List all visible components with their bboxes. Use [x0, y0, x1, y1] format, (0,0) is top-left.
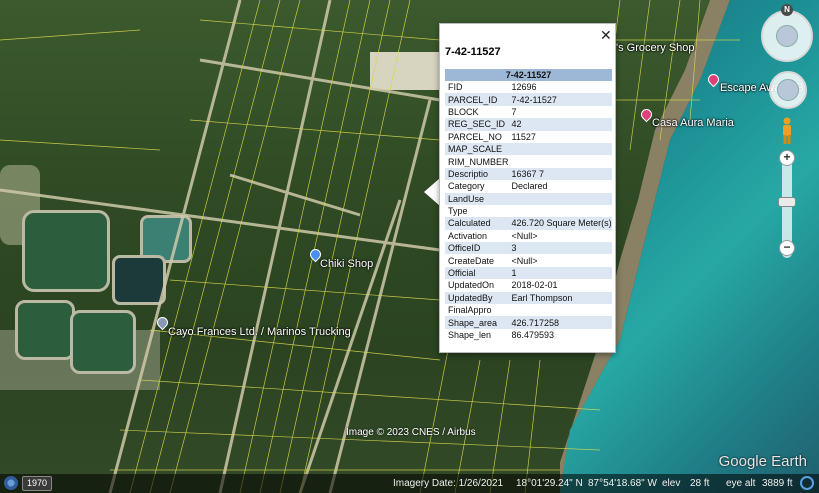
attribute-value: 1	[508, 266, 612, 280]
poi-label[interactable]: Chiki Shop	[320, 258, 373, 270]
attribute-key: Type	[448, 206, 468, 217]
zoom-slider-thumb[interactable]	[778, 197, 796, 207]
attribute-row: OfficeID 3	[445, 242, 612, 255]
attribute-row: RIM_NUMBER	[445, 155, 612, 167]
attribute-table-header: 7-42-11527	[445, 69, 612, 81]
attribute-row: Activation <Null>	[445, 230, 612, 242]
attribute-key: Activation	[448, 230, 488, 241]
attribute-value: 86.479593	[511, 330, 555, 340]
imagery-date: Imagery Date: 1/26/2021	[393, 478, 504, 489]
attribute-value: Declared	[511, 181, 548, 192]
attribute-value	[509, 155, 612, 167]
attribute-value: 7-42-11527	[508, 93, 612, 106]
attribute-row: REG_SEC_ID 42	[445, 118, 612, 131]
attribute-row: BLOCK 7	[445, 106, 612, 118]
attribute-key: UpdatedOn	[448, 280, 495, 291]
balloon-title: 7-42-11527	[445, 46, 501, 58]
attribute-value: 12696	[511, 82, 537, 93]
attribute-value: <Null>	[511, 230, 538, 241]
attribute-key: Descriptio	[445, 167, 509, 181]
attribute-value: 16367 7	[508, 167, 612, 181]
attribute-row: PARCEL_NO 11527	[445, 131, 612, 143]
attribute-row: Calculated 426.720 Square Meter(s)	[445, 217, 612, 230]
move-center-icon[interactable]	[777, 79, 799, 101]
attribute-key: FinalAppro	[448, 305, 492, 316]
attribute-key: MAP_SCALE	[445, 142, 509, 156]
attribute-row: Shape_area 426.717258	[445, 316, 612, 329]
attribute-value: 426.717258	[508, 316, 612, 329]
attribute-row: Category Declared	[445, 180, 612, 192]
attribute-row: CreateDate <Null>	[445, 254, 612, 266]
attribute-row: Type	[445, 205, 612, 217]
attribute-value	[508, 142, 612, 156]
attribute-key: Calculated	[445, 217, 509, 230]
attribute-value: 2018-02-01	[511, 280, 558, 291]
longitude-readout: 87°54'18.68" W	[588, 478, 657, 489]
elevation-value: 28 ft	[690, 478, 710, 489]
historical-year-button[interactable]: 1970	[22, 476, 53, 491]
elevation-label: elev	[662, 478, 681, 489]
eye-altitude-value: 3889 ft	[762, 478, 793, 489]
attribute-row: MAP_SCALE	[445, 142, 612, 156]
eye-altitude-label: eye alt	[726, 478, 756, 489]
balloon-pointer	[424, 178, 440, 206]
north-indicator[interactable]: N	[781, 4, 793, 16]
attribute-value	[508, 192, 612, 205]
attribute-row: UpdatedOn 2018-02-01	[445, 279, 612, 291]
imagery-credit: Image © 2023 CNES / Airbus	[346, 427, 476, 438]
map-view[interactable]: 's Grocery Shop Escape Away BB Casa Aura…	[0, 0, 819, 493]
parcel-lines-overlay	[0, 0, 740, 493]
attribute-value: <Null>	[511, 255, 538, 266]
zoom-out-button[interactable]: −	[779, 240, 795, 256]
compass-center-icon[interactable]	[776, 25, 798, 47]
attribute-row: Descriptio 16367 7	[445, 167, 612, 181]
parcel-info-balloon: ✕ 7-42-11527 7-42-11527 FID 12696 PARCEL_I…	[439, 23, 616, 353]
attribute-key: UpdatedBy	[445, 291, 509, 305]
compass-control[interactable]	[761, 10, 813, 62]
google-earth-logo: Google Earth	[718, 453, 807, 470]
move-control[interactable]	[769, 71, 807, 109]
attribute-key: Official	[445, 266, 509, 280]
attribute-row: Official 1	[445, 266, 612, 280]
attribute-row: FinalAppro	[445, 304, 612, 316]
attribute-value	[509, 205, 612, 217]
latitude-readout: 18°01'29.24" N	[516, 478, 583, 489]
attribute-key: PARCEL_ID	[445, 93, 509, 106]
poi-label[interactable]: Casa Aura Maria	[652, 117, 734, 129]
attribute-key: LandUse	[445, 192, 509, 205]
attribute-value: 11527	[511, 131, 536, 142]
attribute-value: 7	[511, 106, 517, 117]
pegman-icon[interactable]	[780, 117, 794, 145]
attribute-row: LandUse	[445, 192, 612, 205]
attribute-row: UpdatedBy Earl Thompson	[445, 291, 612, 305]
attribute-key: CreateDate	[448, 255, 495, 266]
attribute-row: Shape_len 86.479593	[445, 329, 612, 341]
status-bar: 1970 Imagery Date: 1/26/2021 18°01'29.24…	[0, 474, 819, 493]
streaming-status-icon	[800, 476, 814, 490]
poi-label[interactable]: Cayo Frances Ltd. / Marinos Trucking	[168, 326, 351, 338]
close-icon[interactable]: ✕	[600, 28, 612, 42]
poi-label[interactable]: 's Grocery Shop	[616, 42, 695, 54]
attribute-key: PARCEL_NO	[448, 131, 502, 142]
attribute-key: Shape_area	[445, 316, 509, 329]
attribute-key: BLOCK	[448, 106, 479, 117]
attribute-row: FID 12696	[445, 81, 612, 93]
attribute-row: PARCEL_ID 7-42-11527	[445, 93, 612, 106]
attribute-key: REG_SEC_ID	[445, 118, 509, 131]
historical-imagery-icon[interactable]	[4, 476, 18, 490]
zoom-in-button[interactable]: +	[779, 150, 795, 166]
attribute-value: 42	[508, 118, 612, 131]
attribute-key: OfficeID	[445, 242, 509, 255]
attribute-key: RIM_NUMBER	[448, 156, 509, 167]
attribute-value: 426.720 Square Meter(s)	[508, 217, 612, 230]
attribute-key: FID	[448, 82, 463, 93]
attribute-value: Earl Thompson	[508, 291, 612, 305]
attribute-key: Category	[448, 181, 485, 192]
attribute-key: Shape_len	[448, 330, 492, 340]
attribute-value	[509, 304, 612, 316]
attribute-table: 7-42-11527 FID 12696 PARCEL_ID 7-42-11527 BL…	[445, 69, 612, 341]
attribute-value: 3	[508, 242, 612, 255]
